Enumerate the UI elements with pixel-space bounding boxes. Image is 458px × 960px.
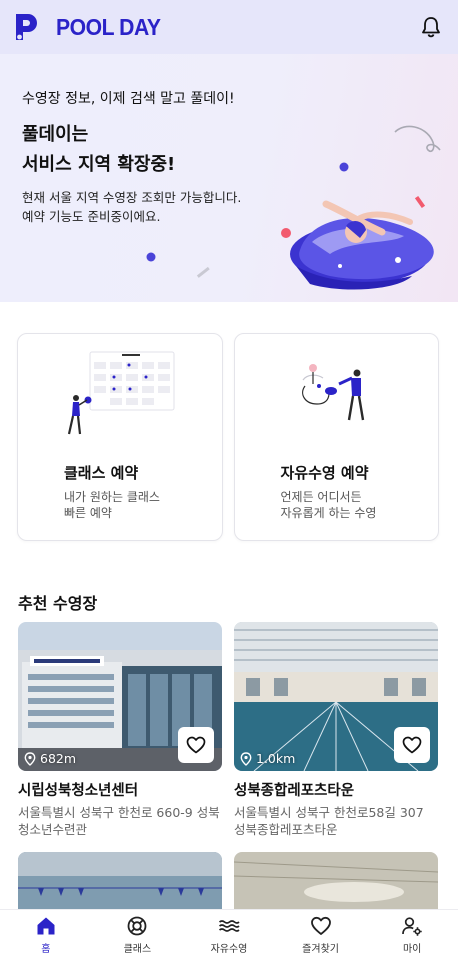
heart-icon [186, 736, 206, 754]
free-swim-reservation-card[interactable]: 자유수영 예약 언제든 어디서든 자유롭게 하는 수영 [233, 333, 439, 541]
hero-title: 풀데이는 서비스 지역 확장중! [22, 120, 175, 180]
class-reservation-sub-line2: 빠른 예약 [64, 506, 112, 520]
notification-bell-icon[interactable] [420, 15, 442, 39]
hero-eyebrow: 수영장 정보, 이제 검색 말고 풀데이! [22, 91, 235, 107]
pool-address: 서울특별시 성북구 한천로58길 307 성북종합레포츠타운 [234, 805, 424, 837]
map-pin-illustration [301, 364, 364, 421]
favorite-button[interactable] [394, 727, 430, 763]
free-swim-sub-line2: 자유롭게 하는 수영 [280, 506, 377, 520]
pool-name: 시립성북청소년센터 [18, 783, 139, 799]
logo-icon [16, 14, 37, 40]
pool-photo-partial [234, 852, 438, 912]
pool-card-partial[interactable] [18, 852, 222, 912]
hero-description: 현재 서울 지역 수영장 조회만 가능합니다. 예약 기능도 준비중이에요. [22, 188, 241, 226]
pool-photo: 1.0km [234, 622, 438, 771]
class-reservation-sub-line1: 내가 원하는 클래스 [64, 490, 160, 504]
user-settings-icon [402, 917, 422, 936]
bottom-tab-bar: 홈 클래스 자유수영 즐겨찾기 마이 [0, 909, 458, 960]
tab-favorites-label: 즐겨찾기 [302, 944, 339, 955]
pool-name: 성북종합레포츠타운 [234, 783, 355, 799]
pool-photo-partial [18, 852, 222, 912]
tab-my[interactable]: 마이 [366, 910, 458, 960]
hero-desc-line1: 현재 서울 지역 수영장 조회만 가능합니다. [22, 190, 242, 205]
heart-icon [310, 916, 331, 935]
pool-card[interactable]: 682m 시립성북청소년센터 서울특별시 성북구 한천로 660-9 성북청소년… [18, 622, 222, 838]
class-reservation-title: 클래스 예약 [64, 464, 139, 482]
tab-class[interactable]: 클래스 [92, 910, 184, 960]
pool-address: 서울특별시 성북구 한천로 660-9 성북청소년수련관 [18, 805, 220, 837]
favorite-button[interactable] [178, 727, 214, 763]
hero-title-line2: 서비스 지역 확장중! [22, 154, 176, 175]
location-pin-icon [24, 751, 36, 766]
class-reservation-card[interactable]: 클래스 예약 내가 원하는 클래스 빠른 예약 [17, 333, 223, 541]
location-pin-icon [240, 751, 252, 766]
pool-distance: 682m [24, 751, 76, 766]
home-icon [37, 917, 55, 935]
free-swim-sub-line1: 언제든 어디서든 [280, 490, 362, 504]
tab-home[interactable]: 홈 [0, 910, 92, 960]
tab-free-swim[interactable]: 자유수영 [183, 910, 275, 960]
pool-distance-value: 1.0km [256, 751, 296, 766]
tab-free-swim-label: 자유수영 [210, 944, 248, 955]
app-header: POOL DAY [0, 0, 458, 54]
pool-photo: 682m [18, 622, 222, 771]
heart-icon [402, 736, 422, 754]
free-swim-reservation-subtitle: 언제든 어디서든 자유롭게 하는 수영 [281, 489, 377, 521]
recommended-pools-title: 추천 수영장 [18, 594, 98, 613]
tab-favorites[interactable]: 즐겨찾기 [275, 910, 367, 960]
pool-card[interactable]: 1.0km 성북종합레포츠타운 서울특별시 성북구 한천로58길 307 성북종… [234, 622, 438, 838]
tab-my-label: 마이 [402, 944, 422, 955]
pool-distance-value: 682m [40, 751, 77, 766]
waves-icon [218, 920, 240, 932]
free-swim-reservation-title: 자유수영 예약 [280, 464, 369, 482]
hero-banner[interactable]: 수영장 정보, 이제 검색 말고 풀데이! 풀데이는 서비스 지역 확장중! 현… [0, 54, 458, 302]
class-reservation-subtitle: 내가 원하는 클래스 빠른 예약 [64, 489, 160, 521]
pool-distance: 1.0km [240, 751, 295, 766]
hero-desc-line2: 예약 기능도 준비중이에요. [22, 209, 161, 224]
hero-title-line1: 풀데이는 [22, 124, 89, 145]
calendar-illustration [67, 351, 175, 435]
app-logo-text[interactable]: POOL DAY [56, 14, 161, 41]
tab-home-label: 홈 [41, 944, 51, 955]
service-cards: 클래스 예약 내가 원하는 클래스 빠른 예약 자유수영 예약 언제든 어디서든… [17, 333, 439, 541]
pool-card-partial[interactable] [234, 852, 438, 912]
lifebuoy-icon [127, 916, 147, 936]
tab-class-label: 클래스 [123, 944, 152, 955]
